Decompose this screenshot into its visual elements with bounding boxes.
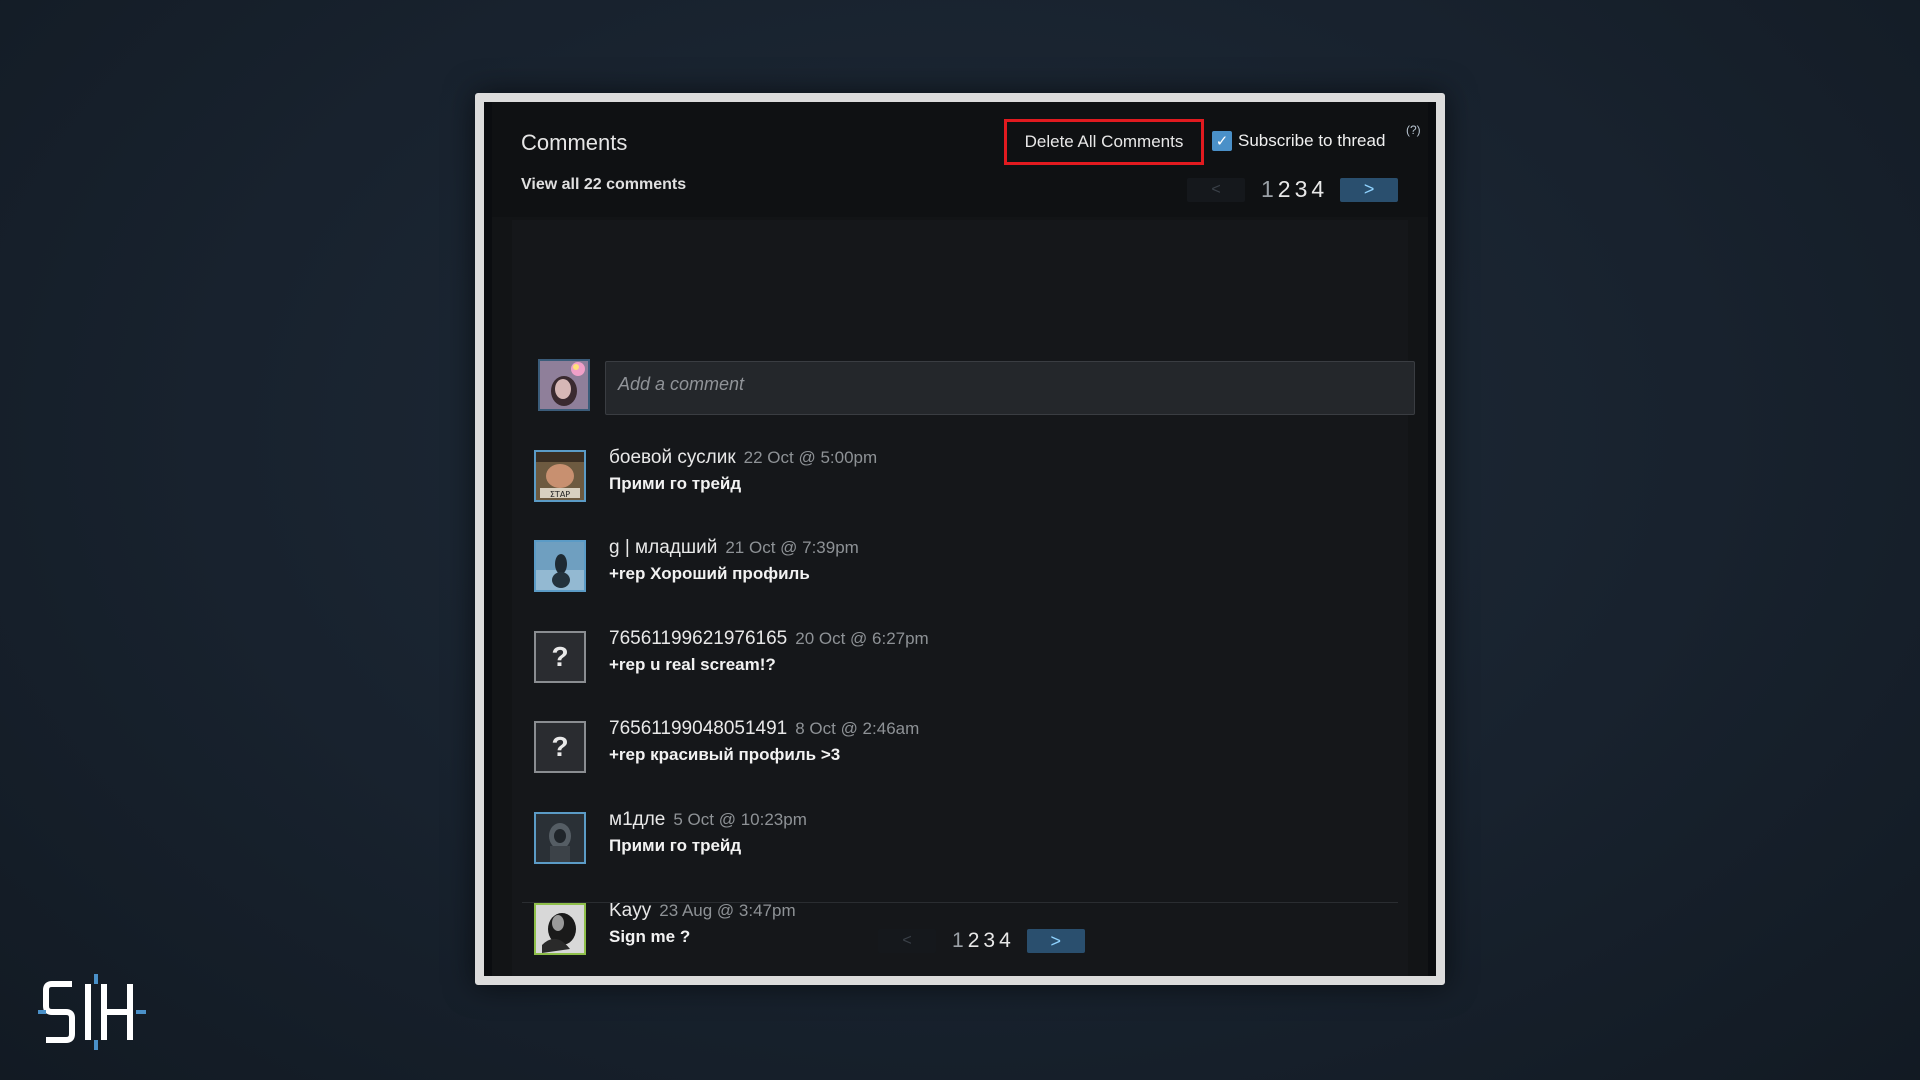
comments-window: Comments View all 22 comments Delete All… xyxy=(475,93,1445,985)
delete-all-comments-button[interactable]: Delete All Comments xyxy=(1004,119,1204,165)
sih-logo xyxy=(38,974,146,1050)
commenter-avatar[interactable]: ? xyxy=(534,721,586,773)
comment-author[interactable]: боевой суслик 22 Oct @ 5:00pm xyxy=(609,447,877,469)
view-all-comments-link[interactable]: View all 22 comments xyxy=(521,176,686,194)
comment-item: м1дле 5 Oct @ 10:23pm Прими го трейд xyxy=(534,809,1414,869)
comment-text: +rep Хороший профиль xyxy=(609,564,810,583)
comments-panel: Comments View all 22 comments Delete All… xyxy=(492,102,1428,976)
prev-page-button[interactable]: < xyxy=(878,929,936,953)
divider xyxy=(522,902,1398,903)
chevron-left-icon: < xyxy=(902,932,912,949)
subscribe-to-thread[interactable]: ✓ Subscribe to thread xyxy=(1212,131,1385,151)
svg-text:ΣΤΑΡ: ΣΤΑΡ xyxy=(550,490,570,499)
commenter-avatar[interactable]: ? xyxy=(534,631,586,683)
comment-item: g | младший 21 Oct @ 7:39pm +rep Хороший … xyxy=(534,537,1414,597)
add-comment-placeholder: Add a comment xyxy=(618,374,745,394)
next-page-button[interactable]: > xyxy=(1026,929,1085,953)
chevron-right-icon: > xyxy=(1050,930,1061,951)
prev-page-button[interactable]: < xyxy=(1187,177,1245,202)
comments-body: Add a comment ΣΤΑΡ боевой суслик 22 Oct @… xyxy=(512,220,1415,976)
commenter-avatar[interactable] xyxy=(534,903,586,955)
page-numbers: 1 2 3 4 xyxy=(1261,176,1324,203)
help-icon[interactable]: (?) xyxy=(1406,123,1421,137)
my-avatar[interactable] xyxy=(538,359,590,411)
commenter-avatar[interactable] xyxy=(534,540,586,592)
page-3[interactable]: 3 xyxy=(983,929,995,953)
comment-time: 23 Aug @ 3:47pm xyxy=(659,901,796,920)
comment-time: 5 Oct @ 10:23pm xyxy=(673,810,807,829)
comment-author[interactable]: Kayy 23 Aug @ 3:47pm xyxy=(609,900,796,922)
commenter-avatar[interactable]: ΣΤΑΡ xyxy=(534,450,586,502)
page-3[interactable]: 3 xyxy=(1295,176,1308,203)
page-1[interactable]: 1 xyxy=(952,929,964,953)
page-numbers: 1 2 3 4 xyxy=(952,929,1011,953)
comment-text: Sign me ? xyxy=(609,927,691,946)
comment-time: 22 Oct @ 5:00pm xyxy=(743,448,878,467)
comment-text: Прими го трейд xyxy=(609,474,742,493)
delete-all-comments-label: Delete All Comments xyxy=(1024,132,1184,151)
comment-text: +rep красивый профиль >3 xyxy=(609,745,841,764)
question-mark-icon: ? xyxy=(551,731,569,762)
page-2[interactable]: 2 xyxy=(968,929,980,953)
comment-text: Прими го трейд xyxy=(609,836,742,855)
pagination-top: < 1 2 3 4 > xyxy=(1187,176,1399,203)
next-page-button[interactable]: > xyxy=(1340,177,1399,202)
subscribe-label: Subscribe to thread xyxy=(1238,131,1386,150)
subscribe-checkbox[interactable]: ✓ xyxy=(1212,131,1232,151)
page-4[interactable]: 4 xyxy=(1311,176,1324,203)
page-2[interactable]: 2 xyxy=(1278,176,1291,203)
comment-text: +rep u real scream!? xyxy=(609,655,776,674)
question-mark-icon: ? xyxy=(551,641,569,672)
checkmark-icon: ✓ xyxy=(1215,133,1229,150)
comment-author[interactable]: g | младший 21 Oct @ 7:39pm xyxy=(609,537,859,559)
comment-author[interactable]: м1дле 5 Oct @ 10:23pm xyxy=(609,809,807,831)
page-1[interactable]: 1 xyxy=(1261,176,1274,203)
comments-header: Comments View all 22 comments Delete All… xyxy=(492,102,1428,217)
chevron-left-icon: < xyxy=(1211,180,1221,198)
comment-item: ? 76561199048051491 8 Oct @ 2:46am +rep к… xyxy=(534,718,1414,778)
comment-time: 20 Oct @ 6:27pm xyxy=(795,629,929,648)
comment-author[interactable]: 76561199621976165 20 Oct @ 6:27pm xyxy=(609,628,929,650)
comments-title: Comments xyxy=(521,130,628,155)
add-comment-input[interactable]: Add a comment xyxy=(605,361,1415,415)
comment-item: ? 76561199621976165 20 Oct @ 6:27pm +rep … xyxy=(534,628,1414,688)
comment-item: ΣΤΑΡ боевой суслик 22 Oct @ 5:00pm Прими … xyxy=(534,447,1414,507)
chevron-right-icon: > xyxy=(1363,179,1375,199)
comment-author[interactable]: 76561199048051491 8 Oct @ 2:46am xyxy=(609,718,919,740)
comment-time: 8 Oct @ 2:46am xyxy=(795,719,920,738)
page-4[interactable]: 4 xyxy=(999,929,1011,953)
commenter-avatar[interactable] xyxy=(534,812,586,864)
comment-time: 21 Oct @ 7:39pm xyxy=(725,538,859,557)
pagination-bottom: < 1 2 3 4 > xyxy=(878,929,1085,953)
